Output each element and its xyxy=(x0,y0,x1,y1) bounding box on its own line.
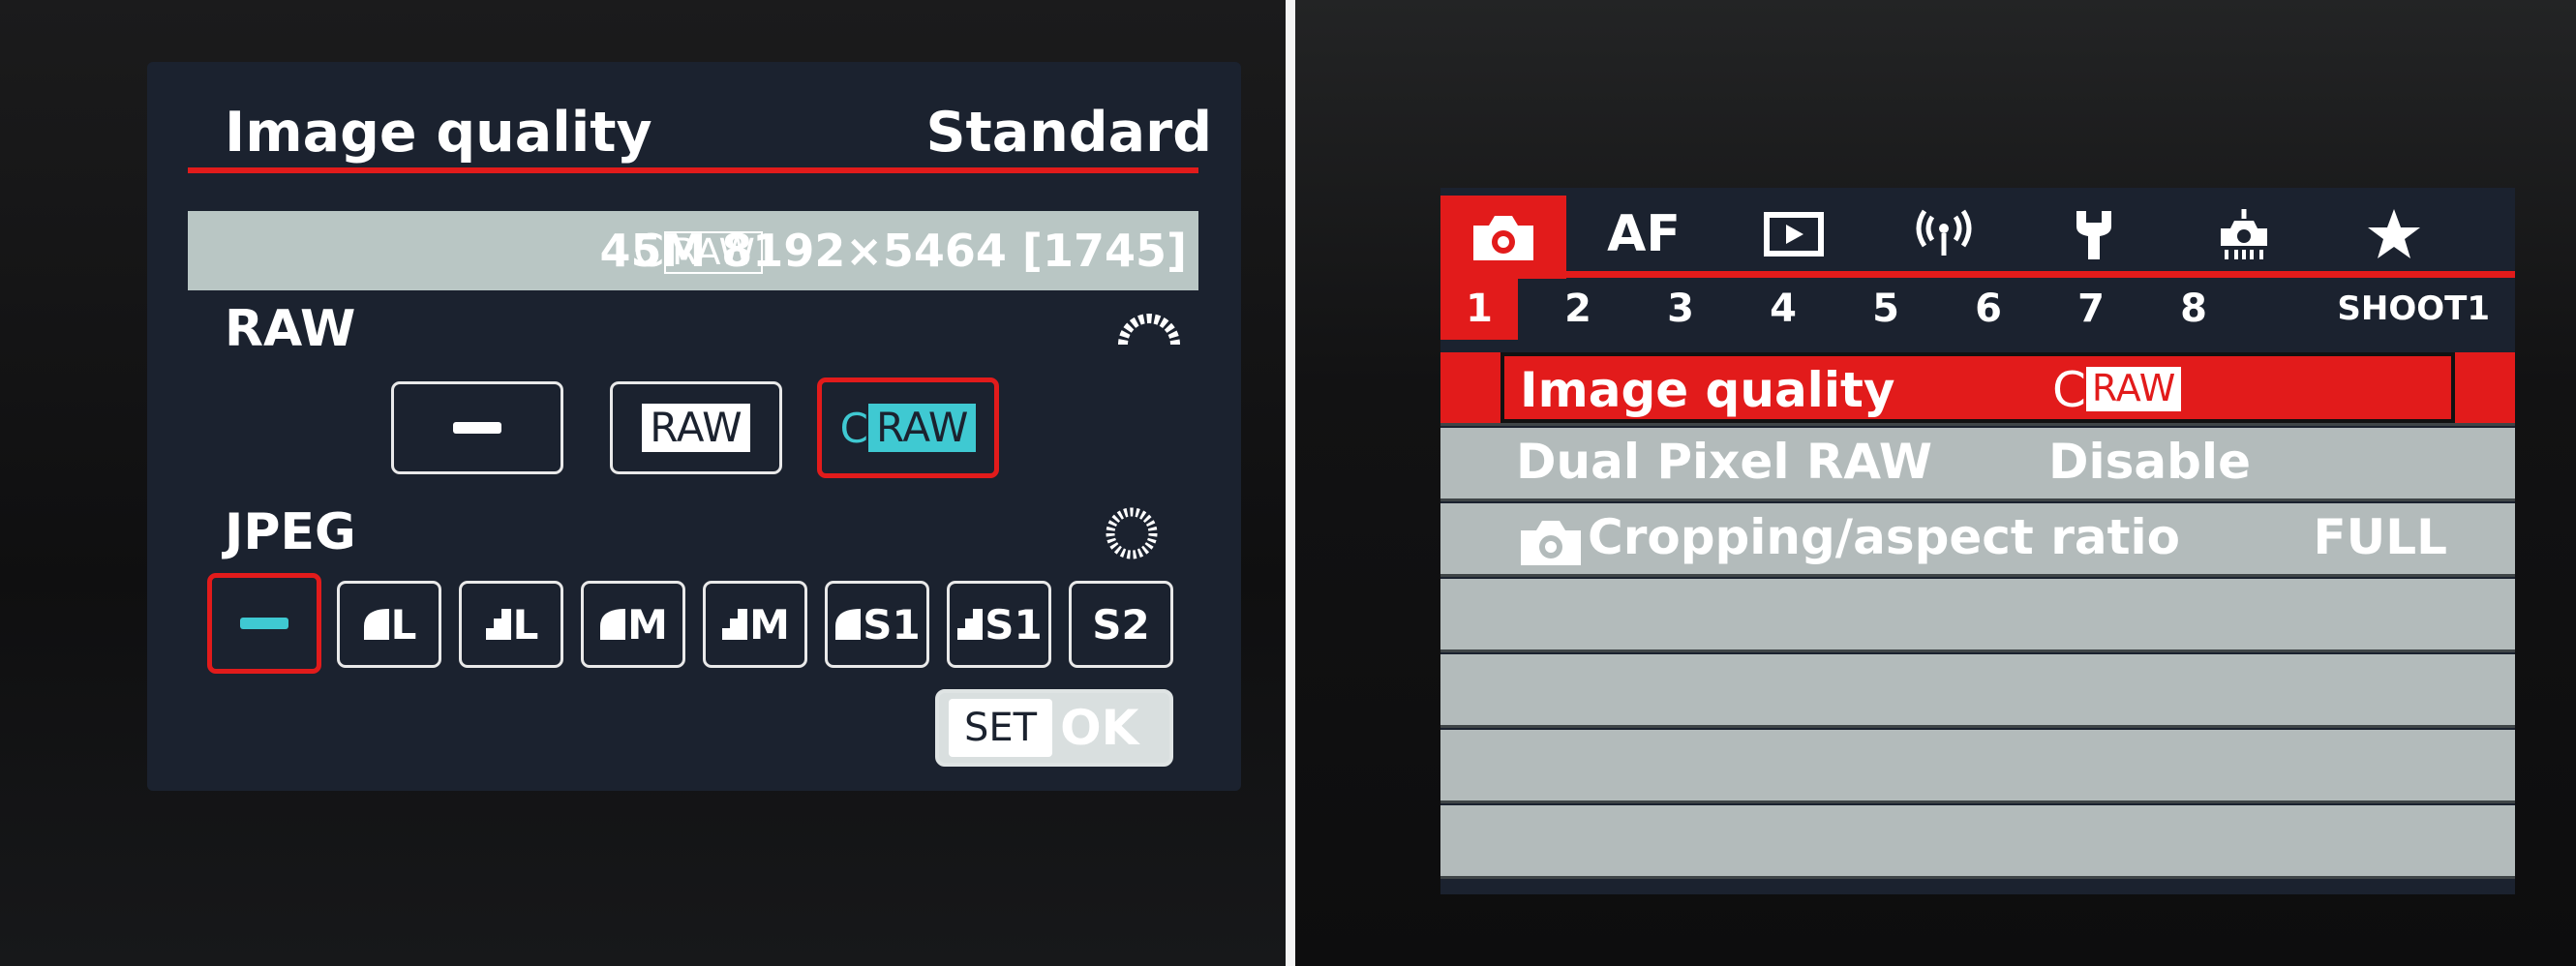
jpeg-option-medium-fine[interactable]: M xyxy=(581,581,685,668)
menu-item-image-quality[interactable]: Image quality C RAW xyxy=(1440,352,2515,426)
quality-info-bar: C RAW 45M 8192×5464 [1745] xyxy=(188,211,1198,290)
tab-af[interactable]: AF xyxy=(1581,196,1707,273)
subtab-8[interactable]: 8 xyxy=(2172,278,2215,340)
page-title: Image quality xyxy=(225,101,652,165)
resolution-info: 45M 8192×5464 [1745] xyxy=(599,225,1188,277)
subtab-7[interactable]: 7 xyxy=(2070,278,2112,340)
jpeg-option-large-normal[interactable]: L xyxy=(459,581,563,668)
tab-my-menu[interactable] xyxy=(2331,196,2457,273)
raw-option-raw[interactable]: RAW xyxy=(610,381,782,474)
tab-wireless[interactable] xyxy=(1881,196,2007,273)
ok-label: OK xyxy=(1060,700,1139,756)
menu-page-label: SHOOT1 xyxy=(2337,289,2490,328)
camera-icon xyxy=(1521,521,1581,565)
menu-empty-row xyxy=(1440,654,2515,728)
subtab-1[interactable]: 1 xyxy=(1440,278,1518,340)
menu-item-label: Image quality xyxy=(1520,362,1895,418)
subtab-3[interactable]: 3 xyxy=(1659,278,1702,340)
menu-item-cropping-aspect-ratio[interactable]: Cropping/aspect ratio FULL xyxy=(1440,503,2515,577)
wrench-icon xyxy=(2076,211,2111,259)
tab-custom-functions[interactable] xyxy=(2181,196,2307,273)
subtab-6[interactable]: 6 xyxy=(1967,278,2010,340)
jpeg-option-large-fine[interactable]: L xyxy=(337,581,441,668)
title-underline xyxy=(188,167,1198,173)
menu-item-label: Dual Pixel RAW xyxy=(1516,434,1932,490)
fine-quality-icon xyxy=(600,609,626,640)
menu-tab-bar: AF xyxy=(1440,196,2515,279)
fine-quality-icon xyxy=(835,609,862,640)
set-ok-button[interactable]: SET OK xyxy=(935,689,1173,767)
dash-icon xyxy=(453,422,501,434)
image-divider xyxy=(1286,0,1295,966)
dash-icon xyxy=(240,618,288,629)
menu-item-label: Cropping/aspect ratio xyxy=(1588,509,2181,565)
mode-label: Standard xyxy=(925,101,1212,165)
menu-empty-row xyxy=(1440,579,2515,652)
subtab-2[interactable]: 2 xyxy=(1557,278,1599,340)
image-quality-screen: Image quality Standard C RAW 45M 8192×546… xyxy=(147,62,1241,791)
subtab-5[interactable]: 5 xyxy=(1864,278,1907,340)
tab-underline xyxy=(1440,271,2515,278)
shooting-menu-screen: AF 1 2 3 4 5 6 7 8 SHOOT1 Image quality … xyxy=(1440,188,2515,894)
star-icon xyxy=(2368,209,2420,258)
jpeg-option-small2[interactable]: S2 xyxy=(1069,581,1173,668)
jpeg-option-medium-normal[interactable]: M xyxy=(703,581,807,668)
camera-icon xyxy=(1473,216,1533,260)
menu-item-dual-pixel-raw[interactable]: Dual Pixel RAW Disable xyxy=(1440,428,2515,501)
right-camera-screen-photo: AF 1 2 3 4 5 6 7 8 SHOOT1 Image quality … xyxy=(1295,0,2576,966)
playback-icon xyxy=(1764,212,1824,257)
jpeg-section-label: JPEG xyxy=(225,503,356,561)
wireless-icon xyxy=(1916,209,1972,256)
jpeg-option-small1-fine[interactable]: S1 xyxy=(825,581,929,668)
jpeg-option-small1-normal[interactable]: S1 xyxy=(947,581,1051,668)
menu-empty-row xyxy=(1440,805,2515,879)
tab-setup[interactable] xyxy=(2031,196,2157,273)
jpeg-option-none[interactable] xyxy=(207,573,321,674)
menu-item-value: C RAW xyxy=(2052,362,2182,418)
fine-quality-icon xyxy=(363,609,389,640)
subtab-bar: 1 2 3 4 5 6 7 8 SHOOT1 xyxy=(1440,278,2515,346)
normal-quality-icon xyxy=(722,609,748,640)
subtab-4[interactable]: 4 xyxy=(1762,278,1804,340)
quick-control-dial-icon xyxy=(1106,507,1158,559)
left-camera-screen-photo: Image quality Standard C RAW 45M 8192×546… xyxy=(0,0,1286,966)
tab-shooting[interactable] xyxy=(1440,196,1566,279)
normal-quality-icon xyxy=(485,609,511,640)
menu-item-value: Disable xyxy=(2048,434,2251,490)
set-label: SET xyxy=(949,699,1053,757)
raw-option-none[interactable] xyxy=(391,381,563,474)
menu-item-value: FULL xyxy=(2313,509,2447,565)
tab-playback[interactable] xyxy=(1731,196,1857,273)
normal-quality-icon xyxy=(957,609,984,640)
menu-empty-row xyxy=(1440,730,2515,803)
raw-section-label: RAW xyxy=(225,300,356,358)
main-dial-icon xyxy=(1118,314,1180,346)
raw-option-craw[interactable]: C RAW xyxy=(817,377,999,478)
custom-function-icon xyxy=(2221,209,2267,259)
